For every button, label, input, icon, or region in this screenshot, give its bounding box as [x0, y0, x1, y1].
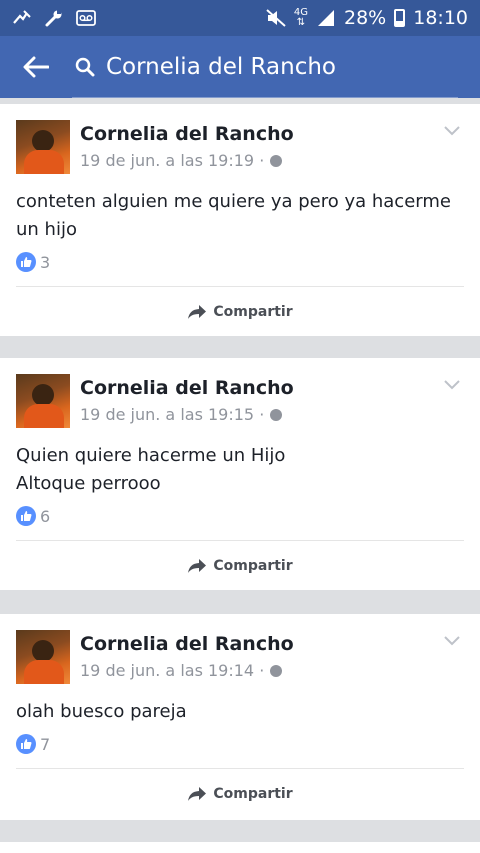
author-name[interactable]: Cornelia del Rancho [80, 123, 294, 145]
back-button[interactable] [0, 36, 72, 98]
share-label: Compartir [213, 304, 293, 320]
post-time-text: 19 de jun. a las 19:14 · [80, 661, 265, 680]
share-button[interactable]: Compartir [0, 288, 480, 336]
post-card: Cornelia del Rancho 19 de jun. a las 19:… [0, 614, 480, 820]
like-count-text: 3 [40, 252, 51, 272]
post-header: Cornelia del Rancho 19 de jun. a las 19:… [16, 630, 294, 684]
divider [16, 286, 464, 287]
divider [16, 768, 464, 769]
battery-percent: 28% [344, 7, 387, 29]
no-sound-icon [266, 8, 286, 28]
thumbs-up-icon [16, 734, 36, 754]
like-count[interactable]: 3 [16, 252, 50, 272]
share-arrow-icon [188, 559, 207, 573]
like-count[interactable]: 7 [16, 734, 50, 754]
avatar[interactable] [16, 120, 70, 174]
network-label: 4G ⇅ [293, 7, 308, 28]
post-text: conteten alguien me quiere ya pero ya ha… [16, 191, 451, 240]
like-count-text: 7 [40, 734, 51, 754]
share-label: Compartir [213, 558, 293, 574]
share-arrow-icon [188, 305, 207, 319]
divider [16, 540, 464, 541]
post-time-text: 19 de jun. a las 19:19 · [80, 151, 265, 170]
next-post-card [0, 842, 480, 853]
post-time[interactable]: 19 de jun. a las 19:15 · [80, 405, 294, 424]
chevron-down-icon[interactable] [442, 124, 462, 138]
status-bar: 4G ⇅ 28% 18:10 [0, 0, 480, 36]
post-time[interactable]: 19 de jun. a las 19:19 · [80, 151, 294, 170]
like-count[interactable]: 6 [16, 506, 50, 526]
data-arrows-icon: ⇅ [296, 17, 306, 28]
arrow-left-icon [23, 56, 49, 78]
author-name[interactable]: Cornelia del Rancho [80, 633, 294, 655]
post-card: Cornelia del Rancho 19 de jun. a las 19:… [0, 358, 480, 590]
thumbs-up-icon [16, 252, 36, 272]
signal-icon [316, 8, 336, 28]
globe-icon [270, 664, 283, 677]
wrench-icon [44, 8, 64, 28]
chevron-down-icon[interactable] [442, 378, 462, 392]
avatar[interactable] [16, 374, 70, 428]
search-query[interactable]: Cornelia del Rancho [106, 54, 336, 80]
thumbs-up-icon [16, 506, 36, 526]
app-bar: Cornelia del Rancho [0, 36, 480, 98]
post-time[interactable]: 19 de jun. a las 19:14 · [80, 661, 294, 680]
battery-icon [394, 9, 406, 27]
mute-icon [12, 8, 32, 28]
share-button[interactable]: Compartir [0, 542, 480, 590]
post-text: Quien quiere hacerme un Hijo Altoque per… [16, 445, 286, 494]
globe-icon [270, 408, 283, 421]
avatar[interactable] [16, 630, 70, 684]
voicemail-icon [76, 8, 96, 28]
post-card: Cornelia del Rancho 19 de jun. a las 19:… [0, 104, 480, 336]
chevron-down-icon[interactable] [442, 634, 462, 648]
post-text: olah buesco pareja [16, 701, 187, 722]
post-header: Cornelia del Rancho 19 de jun. a las 19:… [16, 120, 294, 174]
share-arrow-icon [188, 787, 207, 801]
search-bar[interactable]: Cornelia del Rancho [72, 36, 458, 98]
search-icon [72, 57, 98, 77]
clock: 18:10 [413, 7, 468, 29]
share-label: Compartir [213, 786, 293, 802]
globe-icon [270, 154, 283, 167]
author-name[interactable]: Cornelia del Rancho [80, 377, 294, 399]
post-time-text: 19 de jun. a las 19:15 · [80, 405, 265, 424]
share-button[interactable]: Compartir [0, 770, 480, 818]
post-header: Cornelia del Rancho 19 de jun. a las 19:… [16, 374, 294, 428]
like-count-text: 6 [40, 506, 51, 526]
